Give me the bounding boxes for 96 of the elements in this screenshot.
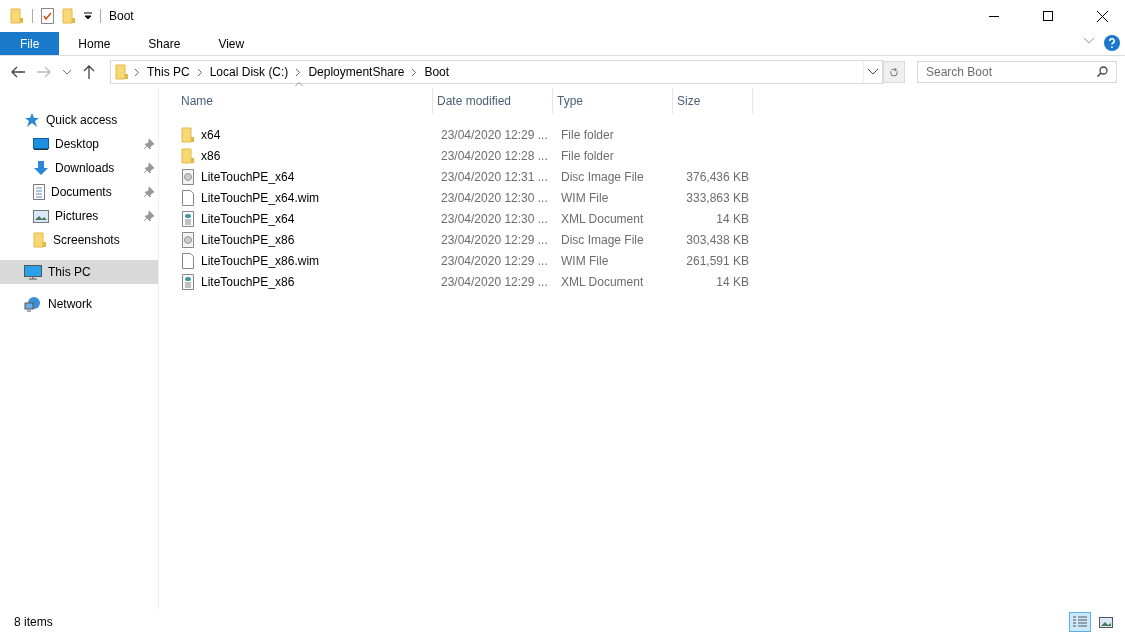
size-cell-text: 14 KB (715, 274, 749, 289)
file-icon (181, 189, 195, 206)
date-cell-text: 23/04/2020 12:30 ... (440, 190, 549, 205)
file-name[interactable]: x64 (201, 127, 221, 142)
ribbon-tab[interactable]: File (0, 32, 60, 55)
type-cell-text: Disc Image File (560, 169, 645, 184)
ribbon-tab[interactable]: Home (59, 32, 130, 55)
date-cell-text: 23/04/2020 12:29 ... (440, 253, 549, 268)
picture-icon (1099, 616, 1113, 628)
date-cell-text: 23/04/2020 12:29 ... (440, 274, 549, 289)
file-name[interactable]: x86 (201, 148, 221, 163)
ribbon-tab[interactable]: Share (129, 32, 200, 55)
chevron-icon (412, 68, 417, 76)
size-cell-text: 261,591 KB (685, 253, 749, 268)
type-cell-text: XML Document (560, 211, 645, 226)
properties-icon[interactable] (41, 8, 54, 24)
folder-icon (181, 147, 195, 164)
breadcrumb[interactable]: Boot (422, 65, 452, 79)
file-name[interactable]: LiteTouchPE_x64 (201, 169, 295, 184)
nav-item[interactable]: Pictures (0, 204, 158, 228)
expand-ribbon-icon[interactable] (1084, 38, 1094, 44)
network-icon (24, 296, 42, 312)
new-folder-icon (62, 8, 76, 24)
xml-file-icon (181, 273, 195, 290)
type-cell-text: WIM File (560, 190, 610, 205)
date-cell-text: 23/04/2020 12:31 ... (440, 169, 549, 184)
disc-file-icon (181, 168, 195, 185)
column-header[interactable]: Date modified (433, 88, 553, 114)
type-cell-text: File folder (560, 127, 615, 142)
address-bar[interactable]: This PC Local Disk (C:) DeploymentShare Boot (110, 60, 883, 84)
size-cell-text: 333,863 KB (685, 190, 749, 205)
sort-ascending-icon (295, 82, 303, 87)
customize-dropdown-icon[interactable] (84, 12, 92, 20)
folder-icon (115, 64, 129, 80)
breadcrumb[interactable]: DeploymentShare (306, 65, 407, 79)
pin-icon[interactable] (144, 211, 154, 221)
nav-item[interactable]: Desktop (0, 132, 158, 156)
computer-icon (24, 264, 42, 280)
details-list-icon (1073, 616, 1087, 628)
folder-icon (33, 232, 47, 248)
nav-item[interactable]: Screenshots (0, 228, 158, 252)
ribbon-tab[interactable]: View (199, 32, 264, 55)
refresh-icon (890, 66, 898, 78)
star-icon (24, 112, 40, 128)
chevron-icon (135, 68, 139, 76)
document-icon (33, 184, 45, 200)
search-icon (1097, 66, 1108, 77)
file-name[interactable]: LiteTouchPE_x86 (201, 274, 295, 289)
item-count: 8 items (14, 615, 54, 629)
desktop-icon (33, 137, 49, 151)
file-name[interactable]: LiteTouchPE_x64 (201, 211, 295, 226)
maximize-icon (1043, 11, 1053, 21)
date-cell-text: 23/04/2020 12:28 ... (440, 148, 549, 163)
size-cell-text: 14 KB (715, 211, 749, 226)
file-name[interactable]: LiteTouchPE_x86 (201, 232, 295, 247)
picture-icon (33, 209, 49, 223)
pin-icon[interactable] (144, 187, 154, 197)
minimize-icon (989, 15, 999, 17)
folder-icon (181, 126, 195, 143)
file-icon (181, 252, 195, 269)
size-cell-text: 376,436 KB (685, 169, 749, 184)
dropdown-icon[interactable] (868, 69, 878, 75)
close-icon (1096, 10, 1108, 22)
type-cell-text: Disc Image File (560, 232, 645, 247)
chevron-icon (296, 68, 301, 76)
nav-item[interactable]: Documents (0, 180, 158, 204)
disc-file-icon (181, 231, 195, 248)
nav-item[interactable]: Network (0, 292, 158, 316)
column-header[interactable]: Name (177, 88, 433, 114)
date-cell-text: 23/04/2020 12:29 ... (440, 127, 549, 142)
column-header[interactable]: Type (553, 88, 673, 114)
pin-icon[interactable] (144, 139, 154, 149)
nav-item[interactable]: Downloads (0, 156, 158, 180)
refresh-button[interactable] (883, 61, 905, 83)
window-title: Boot (109, 9, 135, 23)
chevron-icon (197, 68, 202, 76)
file-name[interactable]: LiteTouchPE_x64.wim (201, 190, 320, 205)
xml-file-icon (181, 210, 195, 227)
size-cell-text: 303,438 KB (685, 232, 749, 247)
search-field[interactable]: Search Boot (917, 61, 1117, 83)
nav-item[interactable]: Quick access (0, 108, 158, 132)
download-arrow-icon (33, 160, 49, 176)
help-icon[interactable] (1104, 35, 1120, 51)
recent-locations-button[interactable] (60, 69, 74, 75)
column-header[interactable]: Size (673, 88, 753, 114)
date-cell-text: 23/04/2020 12:29 ... (440, 232, 549, 247)
folder-icon (10, 8, 24, 24)
type-cell-text: WIM File (560, 253, 610, 268)
date-cell-text: 23/04/2020 12:30 ... (440, 211, 549, 226)
breadcrumb[interactable]: Local Disk (C:) (207, 65, 291, 79)
breadcrumb[interactable]: This PC (145, 65, 192, 79)
type-cell-text: XML Document (560, 274, 645, 289)
type-cell-text: File folder (560, 148, 615, 163)
pin-icon[interactable] (144, 163, 154, 173)
file-name[interactable]: LiteTouchPE_x86.wim (201, 253, 320, 268)
nav-item[interactable]: This PC (0, 260, 158, 284)
